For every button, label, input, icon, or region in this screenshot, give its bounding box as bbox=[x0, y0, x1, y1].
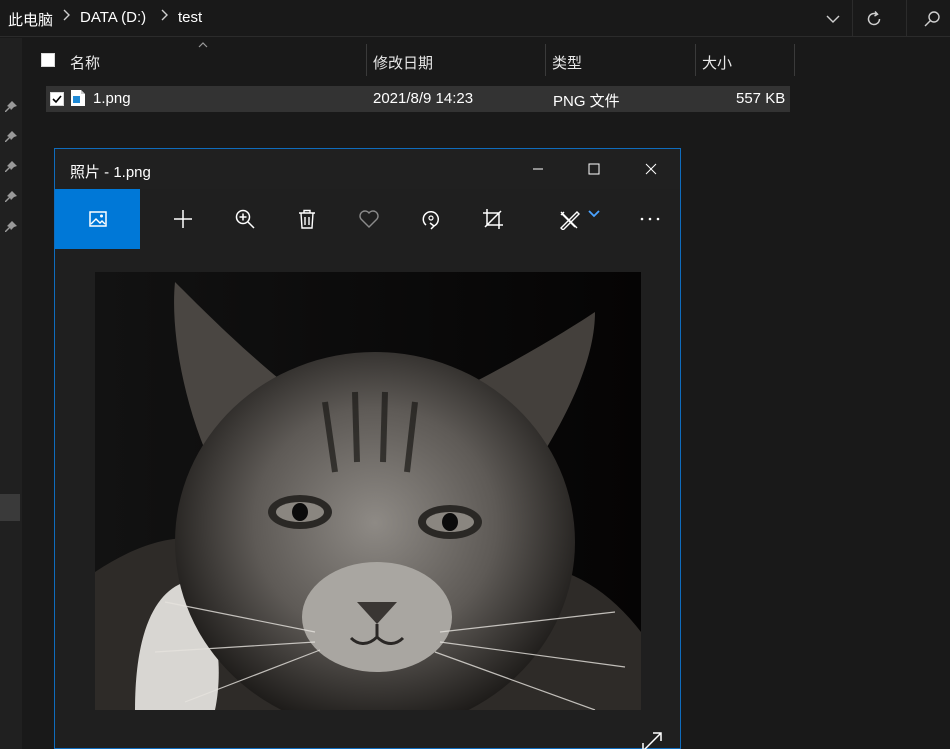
crop-icon bbox=[483, 209, 503, 229]
photos-titlebar[interactable]: 照片 - 1.png bbox=[55, 149, 680, 189]
search-icon[interactable] bbox=[914, 0, 950, 37]
pin-icon[interactable] bbox=[4, 130, 18, 144]
cat-photo bbox=[95, 272, 641, 710]
column-type-label: 类型 bbox=[552, 55, 583, 72]
column-size-label: 大小 bbox=[702, 55, 733, 72]
file-size: 557 KB bbox=[736, 90, 786, 107]
minimize-icon[interactable] bbox=[515, 153, 561, 185]
more-icon bbox=[640, 217, 660, 221]
edit-create-button[interactable] bbox=[549, 189, 609, 249]
photo-canvas bbox=[55, 249, 680, 749]
breadcrumb-data-drive[interactable]: DATA (D:) bbox=[80, 9, 146, 26]
delete-button[interactable] bbox=[287, 189, 327, 249]
column-modified-label: 修改日期 bbox=[373, 55, 434, 72]
pin-icon[interactable] bbox=[4, 190, 18, 204]
nav-selected-item[interactable] bbox=[0, 494, 20, 521]
zoom-in-icon bbox=[235, 209, 255, 229]
rotate-icon bbox=[422, 210, 440, 230]
file-type: PNG 文件 bbox=[553, 93, 620, 110]
heart-icon bbox=[359, 210, 379, 228]
add-icon bbox=[174, 210, 192, 228]
delete-icon bbox=[299, 209, 315, 229]
file-name[interactable]: 1.png bbox=[93, 90, 131, 107]
history-dropdown-icon[interactable] bbox=[814, 0, 852, 37]
see-all-photos-button[interactable] bbox=[55, 189, 140, 249]
file-modified: 2021/8/9 14:23 bbox=[373, 90, 474, 107]
column-header-modified[interactable]: 修改日期 bbox=[367, 46, 545, 82]
maximize-icon[interactable] bbox=[571, 153, 617, 185]
pin-icon[interactable] bbox=[4, 160, 18, 174]
column-header-name[interactable]: 名称 bbox=[62, 46, 366, 82]
address-bar: 此电脑 DATA (D:) test bbox=[0, 0, 950, 37]
column-divider[interactable] bbox=[794, 44, 795, 76]
breadcrumb-separator-icon[interactable] bbox=[63, 8, 71, 25]
search-divider bbox=[906, 0, 907, 37]
favorite-button[interactable] bbox=[349, 189, 389, 249]
full-screen-icon[interactable] bbox=[640, 730, 664, 749]
png-file-icon bbox=[71, 90, 85, 106]
refresh-icon[interactable] bbox=[853, 0, 895, 37]
column-header-size[interactable]: 大小 bbox=[696, 46, 794, 82]
window-title: 照片 - 1.png bbox=[70, 164, 151, 181]
table-row[interactable]: 1.png 2021/8/9 14:23 PNG 文件 557 KB bbox=[46, 86, 790, 112]
select-all-checkbox[interactable] bbox=[41, 53, 55, 67]
edit-icon bbox=[560, 211, 580, 230]
pin-icon[interactable] bbox=[4, 220, 18, 234]
rotate-button[interactable] bbox=[411, 189, 451, 249]
column-header-type[interactable]: 类型 bbox=[546, 46, 695, 82]
photos-window: 照片 - 1.png bbox=[54, 148, 681, 749]
zoom-button[interactable] bbox=[225, 189, 265, 249]
close-icon[interactable] bbox=[628, 153, 674, 185]
image-icon bbox=[88, 211, 107, 227]
row-checkbox[interactable] bbox=[50, 92, 64, 106]
breadcrumb-test[interactable]: test bbox=[178, 9, 202, 26]
more-options-button[interactable] bbox=[630, 189, 670, 249]
breadcrumb-separator-icon[interactable] bbox=[161, 8, 169, 25]
crop-button[interactable] bbox=[473, 189, 513, 249]
navigation-pane bbox=[0, 38, 22, 749]
pin-icon[interactable] bbox=[4, 100, 18, 114]
photos-toolbar bbox=[55, 189, 680, 249]
breadcrumb-this-pc[interactable]: 此电脑 bbox=[8, 9, 53, 30]
chevron-down-icon[interactable] bbox=[588, 210, 600, 218]
add-to-button[interactable] bbox=[163, 189, 203, 249]
column-name-label: 名称 bbox=[70, 55, 101, 72]
